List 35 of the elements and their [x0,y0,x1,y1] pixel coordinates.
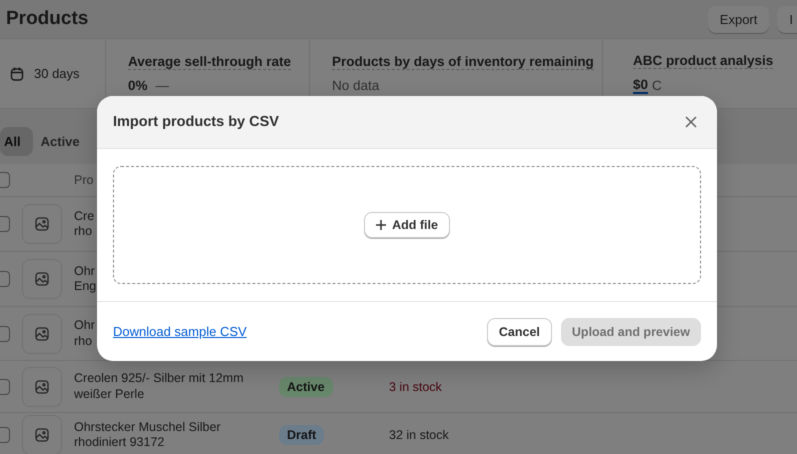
image-icon [35,217,49,231]
image-icon [35,380,49,394]
header-button[interactable]: I [777,6,797,32]
column-header: Pro [74,173,94,187]
metric-value: $0 [633,77,648,94]
status-badge: Draft [279,425,324,445]
product-name[interactable]: Creolen 925/- Silber mit 12mm weißer Perle [74,371,279,402]
metric-title: ABC product analysis [633,53,774,69]
product-name[interactable]: Ohrstecker Muschel Silber rhodiniert 93172 [74,420,279,450]
file-dropzone[interactable]: Add file [113,166,701,284]
image-icon [35,272,49,286]
metric-value: 0% [128,78,148,93]
page-title: Products [6,8,88,30]
metric-title: Average sell-through rate [128,54,292,70]
header-button[interactable]: Export [708,6,770,32]
calendar-icon [10,66,24,80]
metric-value: No data [332,78,380,93]
stock-level: 32 in stock [389,428,450,442]
filter-tab[interactable]: Active [36,126,92,156]
status-badge: Active [279,376,333,396]
plus-icon [376,220,386,230]
metric-title: Products by days of inventory remaining [332,54,594,70]
close-button[interactable] [683,114,699,130]
close-icon [685,116,697,128]
metric-label: C [652,78,662,93]
metric-trend: — [156,78,170,93]
image-icon [35,326,49,340]
dialog-title: Import products by CSV [113,114,279,130]
download-link[interactable]: Download sample CSV [113,324,247,339]
date-range[interactable]: 30 days [34,66,80,81]
image-icon [35,428,49,442]
cancel-button[interactable]: Cancel [486,318,552,346]
add-file-button[interactable]: Add file [364,212,450,238]
stock-level: 3 in stock [389,380,443,394]
filter-tab[interactable]: All [0,126,33,156]
